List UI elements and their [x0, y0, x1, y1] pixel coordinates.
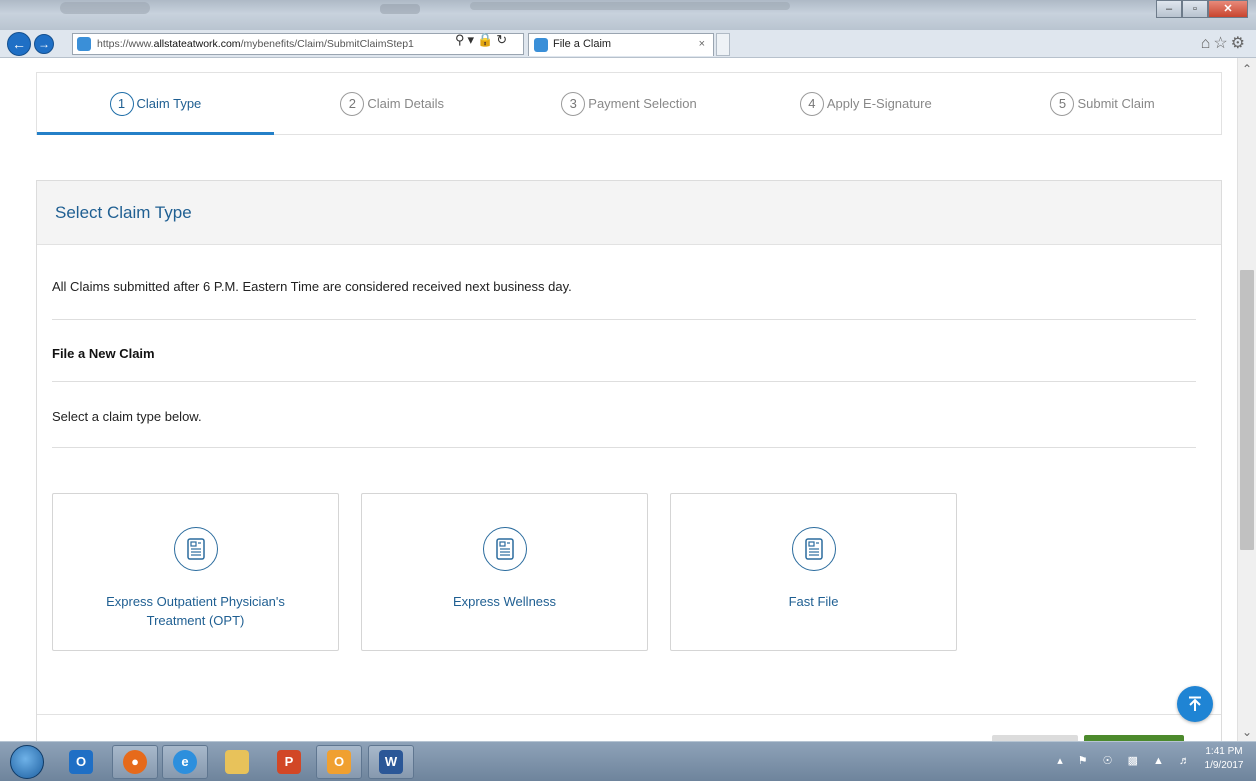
system-tray[interactable]: ▴ ⚑ ☉ ▩ ▲ ♬ — [1057, 754, 1196, 767]
forward-button[interactable]: → — [34, 34, 54, 54]
claim-card-express-opt[interactable]: Express Outpatient Physician's Treatment… — [52, 493, 339, 651]
document-icon — [482, 527, 527, 571]
arrow-up-icon — [1189, 696, 1201, 711]
taskbar-app-word-icon[interactable]: W — [368, 745, 414, 779]
document-icon — [791, 527, 836, 571]
browser-toolbar: ← → https://www.allstateatwork.com/myben… — [0, 30, 1256, 58]
titlebar-blur — [380, 4, 420, 14]
url-path: /mybenefits/Claim/SubmitClaimStep1 — [240, 38, 414, 50]
step-label: Apply E-Signature — [826, 96, 932, 111]
search-icon[interactable]: ⚲ — [455, 32, 468, 47]
lock-icon[interactable]: 🔒 — [477, 32, 496, 47]
panel-title: Select Claim Type — [55, 202, 192, 222]
titlebar-blur — [60, 2, 150, 14]
claim-card-label: Fast File — [788, 594, 839, 609]
site-favicon-icon — [77, 37, 91, 51]
divider — [52, 381, 1196, 382]
step-apply-e-signature[interactable]: 4 Apply E-Signature — [747, 73, 984, 134]
clock-date: 1/9/2017 — [1204, 760, 1244, 771]
step-submit-claim[interactable]: 5 Submit Claim — [984, 73, 1221, 134]
taskbar-clock[interactable]: 1:41 PM 1/9/2017 — [1200, 745, 1248, 773]
step-number: 3 — [561, 91, 586, 116]
taskbar-app-powerpoint-icon[interactable]: P — [266, 745, 312, 779]
dropdown-icon[interactable]: ▾ — [468, 32, 478, 47]
tab-favicon-icon — [534, 38, 548, 52]
taskbar-app-firefox-icon[interactable]: ● — [112, 745, 158, 779]
submission-notice: All Claims submitted after 6 P.M. Easter… — [52, 279, 572, 294]
window-title — [470, 2, 790, 10]
taskbar-app-internet-explorer-icon[interactable]: e — [162, 745, 208, 779]
claim-card-fast-file[interactable]: Fast File — [670, 493, 957, 651]
step-label: Payment Selection — [588, 96, 697, 111]
section-subtitle: Select a claim type below. — [52, 409, 202, 424]
tab-title: File a Claim — [553, 38, 612, 50]
step-label: Claim Type — [136, 96, 202, 111]
divider — [52, 319, 1196, 320]
scroll-up-arrow-icon[interactable]: ⌃ — [1242, 62, 1252, 76]
scroll-thumb[interactable] — [1240, 270, 1254, 550]
window-titlebar: – ▫ ✕ — [0, 0, 1256, 30]
minimize-button[interactable]: – — [1156, 0, 1182, 18]
step-label: Submit Claim — [1077, 96, 1155, 111]
browser-tab[interactable]: File a Claim × — [528, 33, 714, 56]
claim-type-cards: Express Outpatient Physician's Treatment… — [52, 493, 957, 651]
taskbar-app-outlook-icon[interactable]: O — [58, 745, 104, 779]
refresh-icon[interactable]: ↻ — [496, 32, 510, 47]
home-icon[interactable]: ⌂ — [1201, 35, 1214, 52]
scroll-down-arrow-icon[interactable]: ⌄ — [1242, 725, 1252, 739]
windows-taskbar: O ● e P O W ▴ ⚑ ☉ ▩ ▲ ♬ 1:41 PM 1/9/2017 — [0, 741, 1256, 781]
section-title: File a New Claim — [52, 346, 155, 361]
new-tab-button[interactable] — [716, 33, 730, 56]
panel-header: Select Claim Type — [37, 181, 1221, 245]
claim-card-express-wellness[interactable]: Express Wellness — [361, 493, 648, 651]
window-controls: – ▫ ✕ — [1156, 0, 1248, 18]
claim-card-label: Express Wellness — [452, 594, 557, 609]
claim-card-label: Express Outpatient Physician's Treatment… — [106, 594, 285, 628]
address-tools: ⚲▾🔒↻ — [455, 32, 510, 48]
step-payment-selection[interactable]: 3 Payment Selection — [511, 73, 748, 134]
favorites-star-icon[interactable]: ☆ — [1213, 35, 1230, 52]
url-domain: allstateatwork.com — [153, 38, 241, 50]
tab-close-button[interactable]: × — [699, 34, 705, 55]
back-to-top-button[interactable] — [1177, 686, 1213, 722]
start-button[interactable] — [10, 745, 44, 779]
step-label: Claim Details — [367, 96, 444, 111]
select-claim-type-panel: Select Claim Type All Claims submitted a… — [36, 180, 1222, 745]
taskbar-app-outlook-mail-icon[interactable]: O — [316, 745, 362, 779]
document-icon — [173, 527, 218, 571]
claim-stepper: 1 Claim Type 2 Claim Details 3 Payment S… — [36, 72, 1222, 135]
back-button[interactable]: ← — [7, 32, 31, 56]
settings-gear-icon[interactable]: ⚙ — [1231, 35, 1248, 52]
close-window-button[interactable]: ✕ — [1208, 0, 1248, 18]
browser-actions: ⌂☆⚙ — [1201, 33, 1248, 53]
step-number: 1 — [109, 91, 134, 116]
restore-button[interactable]: ▫ — [1182, 0, 1208, 18]
divider — [52, 447, 1196, 448]
step-number: 5 — [1050, 91, 1075, 116]
step-number: 4 — [799, 91, 824, 116]
step-claim-type[interactable]: 1 Claim Type — [37, 73, 274, 135]
page-scrollbar[interactable]: ⌃ ⌄ — [1237, 58, 1256, 741]
step-number: 2 — [340, 91, 365, 116]
taskbar-app-file-explorer-icon[interactable] — [214, 745, 260, 779]
step-claim-details[interactable]: 2 Claim Details — [274, 73, 511, 134]
url-prefix: https://www. — [97, 38, 154, 50]
clock-time: 1:41 PM — [1205, 746, 1243, 757]
